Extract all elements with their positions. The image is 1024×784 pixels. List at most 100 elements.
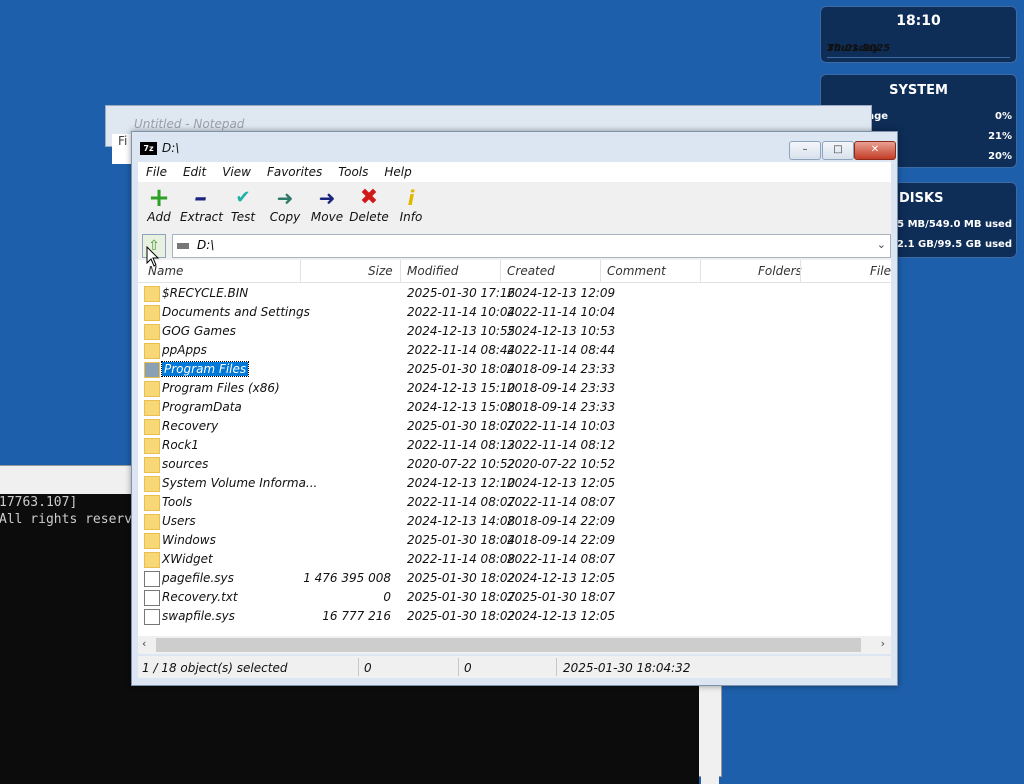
chevron-down-icon[interactable]: ⌄	[877, 238, 886, 251]
cell-size: 0	[383, 590, 391, 604]
drive-icon	[177, 243, 189, 249]
folder-icon	[144, 381, 160, 397]
col-size[interactable]: Size	[368, 264, 393, 278]
list-item[interactable]: XWidget 2022-11-14 08:08 2022-11-14 08:07	[138, 550, 891, 569]
clock-divider	[827, 57, 1010, 58]
delete-button[interactable]: ✖ Delete	[348, 186, 390, 228]
list-item[interactable]: Recovery.txt 0 2025-01-30 18:07 2025-01-30 …	[138, 588, 891, 607]
add-button[interactable]: + Add	[138, 183, 180, 228]
list-item[interactable]: System Volume Informa... 2024-12-13 12:10…	[138, 474, 891, 493]
mouse-cursor-icon	[146, 246, 160, 267]
list-item[interactable]: Rock1 2022-11-14 08:13 2022-11-14 08:12	[138, 436, 891, 455]
list-item[interactable]: GOG Games 2024-12-13 10:55 2024-12-13 10:5…	[138, 322, 891, 341]
maximize-button[interactable]: □	[822, 141, 854, 160]
delete-icon: ✖	[359, 185, 379, 210]
status-date: 2025-01-30 18:04:32	[563, 661, 691, 675]
file-list[interactable]: Name Size Modified Created Comment Folde…	[138, 260, 891, 654]
7zip-window[interactable]: 7z D:\ – □ ✕ File Edit View Favorites To…	[131, 131, 898, 686]
toolbar: + Add – Extract ✔ Test ➜ Copy ➜ Move ✖ D…	[138, 182, 891, 230]
cell-name: pagefile.sys	[162, 571, 234, 585]
cell-name: Recovery.txt	[162, 590, 238, 604]
folder-icon	[144, 343, 160, 359]
list-item[interactable]: Recovery 2025-01-30 18:07 2022-11-14 10:03	[138, 417, 891, 436]
status-size-1: 0	[364, 661, 372, 675]
cell-size: 16 777 216	[322, 609, 391, 623]
cell-modified: 2025-01-30 18:02	[407, 609, 516, 623]
cell-modified: 2024-12-13 15:08	[407, 400, 516, 414]
list-item[interactable]: $RECYCLE.BIN 2025-01-30 17:16 2024-12-13 1…	[138, 284, 891, 303]
list-item[interactable]: Tools 2022-11-14 08:07 2022-11-14 08:07	[138, 493, 891, 512]
list-item[interactable]: Program Files (x86) 2024-12-13 15:10 2018-…	[138, 379, 891, 398]
test-label: Test	[230, 210, 256, 224]
scroll-left-icon[interactable]: ‹	[142, 637, 146, 650]
cell-created: 2025-01-30 18:07	[507, 590, 616, 604]
folder-icon	[144, 457, 160, 473]
cell-created: 2018-09-14 23:33	[507, 400, 616, 414]
cell-modified: 2025-01-30 17:16	[407, 286, 516, 300]
cell-created: 2018-09-14 23:33	[507, 362, 616, 376]
title-bar[interactable]: 7z D:\ – □ ✕	[132, 132, 897, 162]
scroll-right-icon[interactable]: ›	[881, 637, 885, 650]
list-item[interactable]: sources 2020-07-22 10:52 2020-07-22 10:52	[138, 455, 891, 474]
clock-date: 30.01.2025	[827, 43, 891, 54]
list-item[interactable]: swapfile.sys 16 777 216 2025-01-30 18:02 20…	[138, 607, 891, 626]
cell-modified: 2025-01-30 18:07	[407, 590, 516, 604]
horizontal-scrollbar[interactable]: ‹ ›	[138, 636, 891, 654]
test-button[interactable]: ✔ Test	[222, 186, 264, 228]
list-item[interactable]: pagefile.sys 1 476 395 008 2025-01-30 18:0…	[138, 569, 891, 588]
status-size-2: 0	[464, 661, 472, 675]
col-comment[interactable]: Comment	[607, 264, 666, 278]
col-files[interactable]: File	[870, 264, 891, 278]
minimize-button[interactable]: –	[789, 141, 821, 160]
cell-modified: 2024-12-13 12:10	[407, 476, 516, 490]
status-bar: 1 / 18 object(s) selected 0 0 2025-01-30…	[138, 656, 891, 678]
info-icon: i	[407, 186, 415, 210]
menu-file[interactable]: File	[138, 162, 175, 182]
menu-help[interactable]: Help	[376, 162, 419, 182]
cell-size: 1 476 395 008	[303, 571, 391, 585]
cell-name: Windows	[162, 533, 216, 547]
system-title: SYSTEM	[889, 83, 948, 98]
folder-icon	[144, 400, 160, 416]
cell-modified: 2020-07-22 10:52	[407, 457, 516, 471]
scroll-thumb[interactable]	[156, 638, 861, 652]
extract-button[interactable]: – Extract	[180, 185, 223, 228]
cell-modified: 2024-12-13 15:10	[407, 381, 516, 395]
close-button[interactable]: ✕	[854, 141, 896, 160]
folder-icon	[144, 286, 160, 302]
cell-created: 2022-11-14 08:12	[507, 438, 616, 452]
list-item[interactable]: Program Files 2025-01-30 18:04 2018-09-14 …	[138, 360, 891, 379]
menu-tools[interactable]: Tools	[330, 162, 376, 182]
info-button[interactable]: i Info	[390, 186, 432, 228]
disks-title: DISKS	[899, 191, 944, 206]
list-item[interactable]: Windows 2025-01-30 18:04 2018-09-14 22:09	[138, 531, 891, 550]
cell-created: 2018-09-14 22:09	[507, 514, 616, 528]
list-item[interactable]: Users 2024-12-13 14:08 2018-09-14 22:09	[138, 512, 891, 531]
cpu-value: 0%	[995, 111, 1012, 122]
cell-modified: 2024-12-13 14:08	[407, 514, 516, 528]
disk-2-usage: 32.1 GB/99.5 GB used	[889, 239, 1012, 250]
cell-name: ppApps	[162, 343, 207, 357]
folder-icon	[144, 514, 160, 530]
list-header: Name Size Modified Created Comment Folde…	[138, 260, 891, 283]
folder-icon	[144, 533, 160, 549]
col-folders[interactable]: Folders	[758, 264, 802, 278]
status-selected: 1 / 18 object(s) selected	[142, 661, 288, 675]
col-modified[interactable]: Modified	[407, 264, 458, 278]
list-item[interactable]: ProgramData 2024-12-13 15:08 2018-09-14 23…	[138, 398, 891, 417]
list-item[interactable]: Documents and Settings 2022-11-14 10:04 20…	[138, 303, 891, 322]
cell-modified: 2022-11-14 10:04	[407, 305, 516, 319]
menu-edit[interactable]: Edit	[175, 162, 214, 182]
list-item[interactable]: ppApps 2022-11-14 08:44 2022-11-14 08:44	[138, 341, 891, 360]
cell-modified: 2025-01-30 18:04	[407, 533, 516, 547]
copy-button[interactable]: ➜ Copy	[264, 186, 306, 228]
address-field[interactable]: D:\ ⌄	[172, 234, 891, 258]
cell-name: Users	[162, 514, 196, 528]
cell-name: Rock1	[162, 438, 199, 452]
cell-name: Program Files	[160, 361, 250, 377]
menu-favorites[interactable]: Favorites	[259, 162, 330, 182]
move-button[interactable]: ➜ Move	[306, 186, 348, 228]
add-icon: +	[148, 183, 170, 213]
col-created[interactable]: Created	[507, 264, 555, 278]
menu-view[interactable]: View	[214, 162, 259, 182]
